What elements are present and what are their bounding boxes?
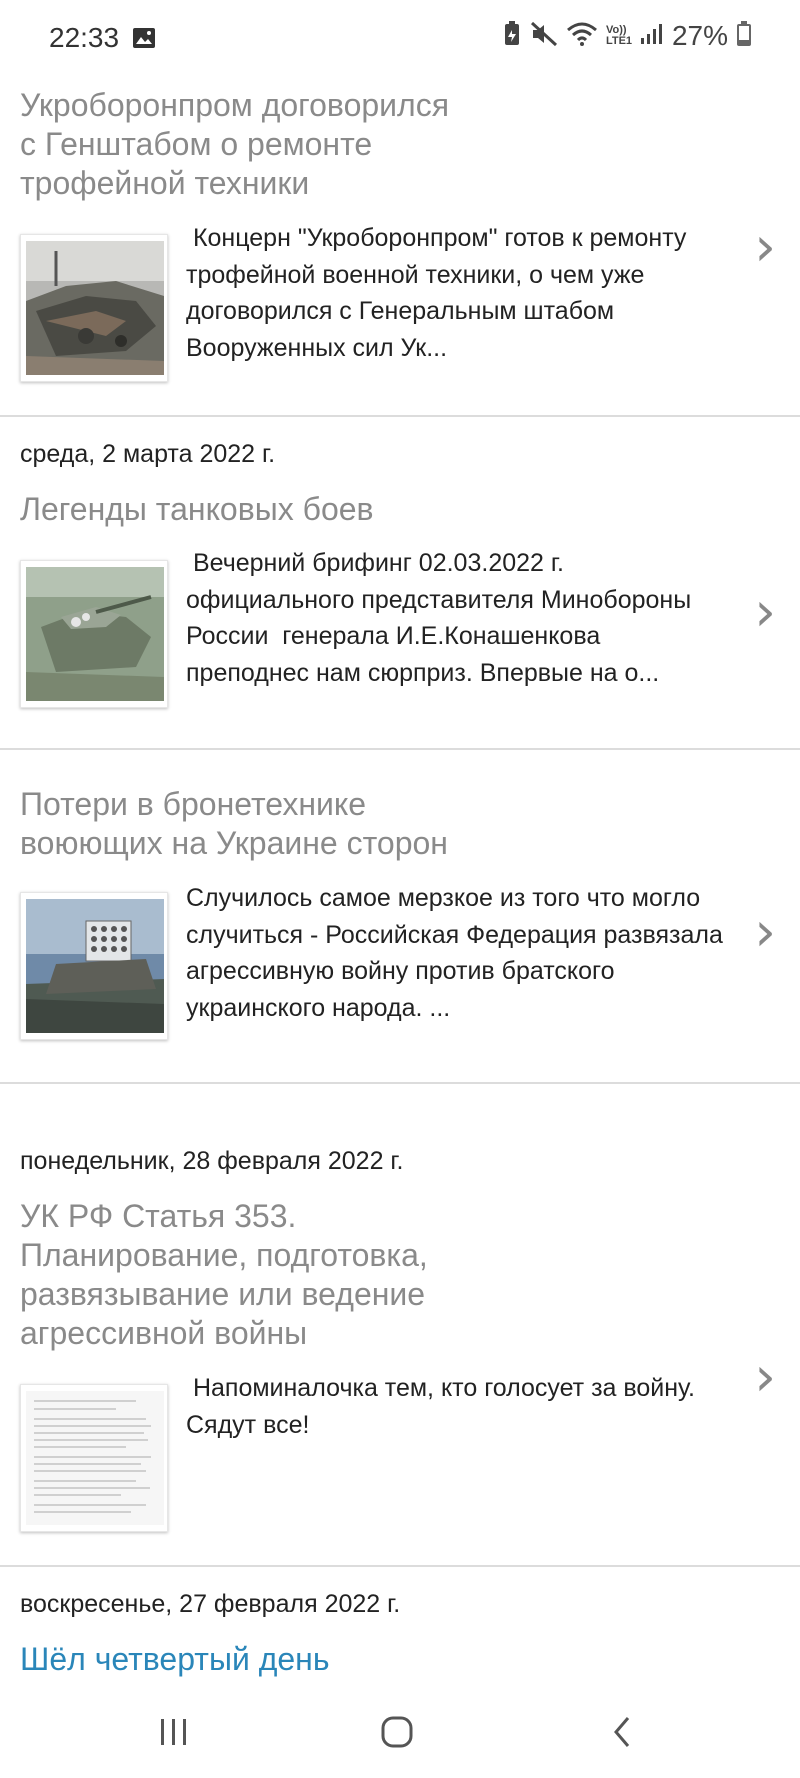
- post-thumbnail[interactable]: [20, 560, 168, 708]
- post-snippet: Напоминалочка тем, кто голосует за войну…: [186, 1374, 702, 1439]
- volte-label: Vo)) LTE1: [605, 24, 633, 47]
- divider: [0, 1082, 800, 1084]
- post-snippet: Концерн "Укроборонпром" готов к ремонту …: [186, 224, 694, 362]
- image-icon: [132, 27, 156, 54]
- destroyed-tank-photo: [26, 241, 164, 375]
- chevron-right-icon[interactable]: ›: [754, 585, 776, 639]
- recent-apps-icon[interactable]: [144, 1710, 204, 1754]
- post-title-link[interactable]: Шёл четвертый день: [20, 1640, 330, 1679]
- rocket-launcher-photo: [26, 899, 164, 1033]
- post-snippet: Случилось самое мерзкое из того что могл…: [186, 884, 730, 1022]
- battery-percent: 27%: [671, 20, 728, 51]
- post-thumbnail[interactable]: [20, 892, 168, 1040]
- post-thumbnail[interactable]: [20, 1384, 168, 1532]
- mute-icon: [530, 21, 558, 52]
- post-title[interactable]: Укроборонпром договорился с Генштабом о …: [20, 86, 449, 203]
- back-icon[interactable]: [592, 1710, 652, 1754]
- status-time: 22:33: [49, 22, 120, 53]
- wifi-icon: [566, 22, 598, 51]
- post-title[interactable]: Потери в бронетехнике воюющих на Украине…: [20, 785, 448, 863]
- date-header: воскресенье, 27 февраля 2022 г.: [20, 1590, 401, 1618]
- chevron-right-icon[interactable]: ›: [754, 220, 776, 274]
- tank-field-photo: [26, 567, 164, 701]
- chevron-right-icon[interactable]: ›: [754, 1350, 776, 1404]
- post-snippet: Вечерний брифинг 02.03.2022 г. официальн…: [186, 549, 699, 687]
- chevron-right-icon[interactable]: ›: [754, 905, 776, 959]
- status-bar: 22:33 Vo)) LTE1 27%: [0, 0, 800, 80]
- divider: [0, 1565, 800, 1567]
- post-thumbnail[interactable]: [20, 234, 168, 382]
- navigation-bar: [0, 1686, 800, 1778]
- battery-icon: [736, 20, 752, 52]
- battery-saver-icon: [502, 20, 522, 52]
- date-header: среда, 2 марта 2022 г.: [20, 440, 276, 468]
- divider: [0, 415, 800, 417]
- post-title[interactable]: Легенды танковых боев: [20, 490, 374, 529]
- signal-icon: [640, 22, 664, 51]
- home-icon[interactable]: [367, 1710, 427, 1754]
- divider: [0, 748, 800, 750]
- document-page-photo: [26, 1391, 164, 1525]
- post-title[interactable]: УК РФ Статья 353. Планирование, подготов…: [20, 1197, 428, 1353]
- date-header: понедельник, 28 февраля 2022 г.: [20, 1147, 404, 1175]
